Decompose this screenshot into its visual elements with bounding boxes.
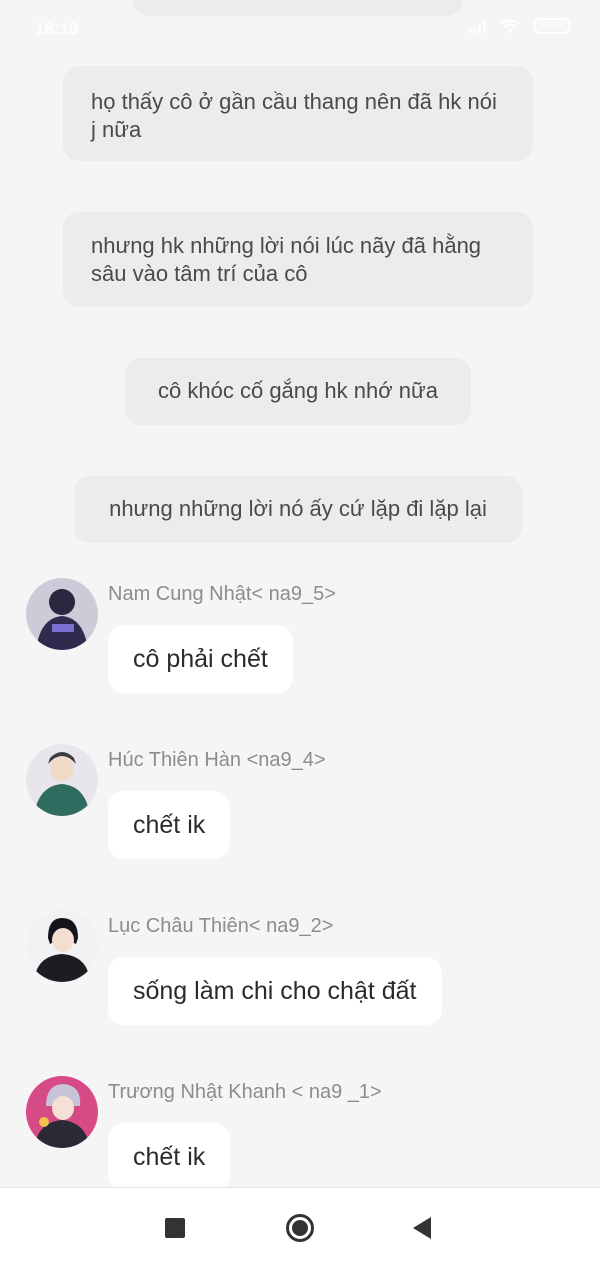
narration-bubble: cô khóc cố gắng hk nhớ nữa [125, 358, 471, 425]
navigation-bar [0, 1187, 600, 1268]
square-icon [165, 1218, 185, 1238]
narration-bubble: nhưng hk những lời nói lúc nãy đã hằng s… [63, 212, 533, 307]
status-icons: 100 [468, 18, 570, 34]
sender-name: Trương Nhật Khanh < na9 _1> [108, 1081, 382, 1103]
avatar[interactable] [26, 578, 98, 650]
narration-bubble: họ thấy cô ở gần cầu thang nên đã hk nói… [63, 66, 533, 161]
back-button[interactable] [382, 1188, 462, 1268]
avatar[interactable] [26, 1076, 98, 1148]
signal-icon [468, 19, 486, 33]
narration-bubble: nhưng những lời nó ấy cứ lặp đi lặp lại [74, 476, 522, 543]
previous-narration-bubble [133, 0, 463, 16]
sender-name: Húc Thiên Hàn <na9_4> [108, 749, 326, 771]
avatar[interactable] [26, 910, 98, 982]
status-time: 18:19 [35, 19, 79, 38]
message-bubble: chết ik [108, 791, 231, 859]
recents-button[interactable] [135, 1188, 215, 1268]
battery-icon: 100 [534, 18, 570, 34]
message-bubble: chết ik [108, 1123, 231, 1191]
avatar[interactable] [26, 744, 98, 816]
triangle-back-icon [413, 1217, 431, 1239]
wifi-icon [500, 19, 520, 33]
home-button[interactable] [260, 1188, 340, 1268]
message-bubble: sống làm chi cho chật đất [108, 957, 442, 1025]
circle-icon [286, 1214, 314, 1242]
sender-name: Nam Cung Nhật< na9_5> [108, 583, 336, 605]
sender-name: Lục Châu Thiên< na9_2> [108, 915, 334, 937]
message-bubble: cô phải chết [108, 625, 293, 693]
